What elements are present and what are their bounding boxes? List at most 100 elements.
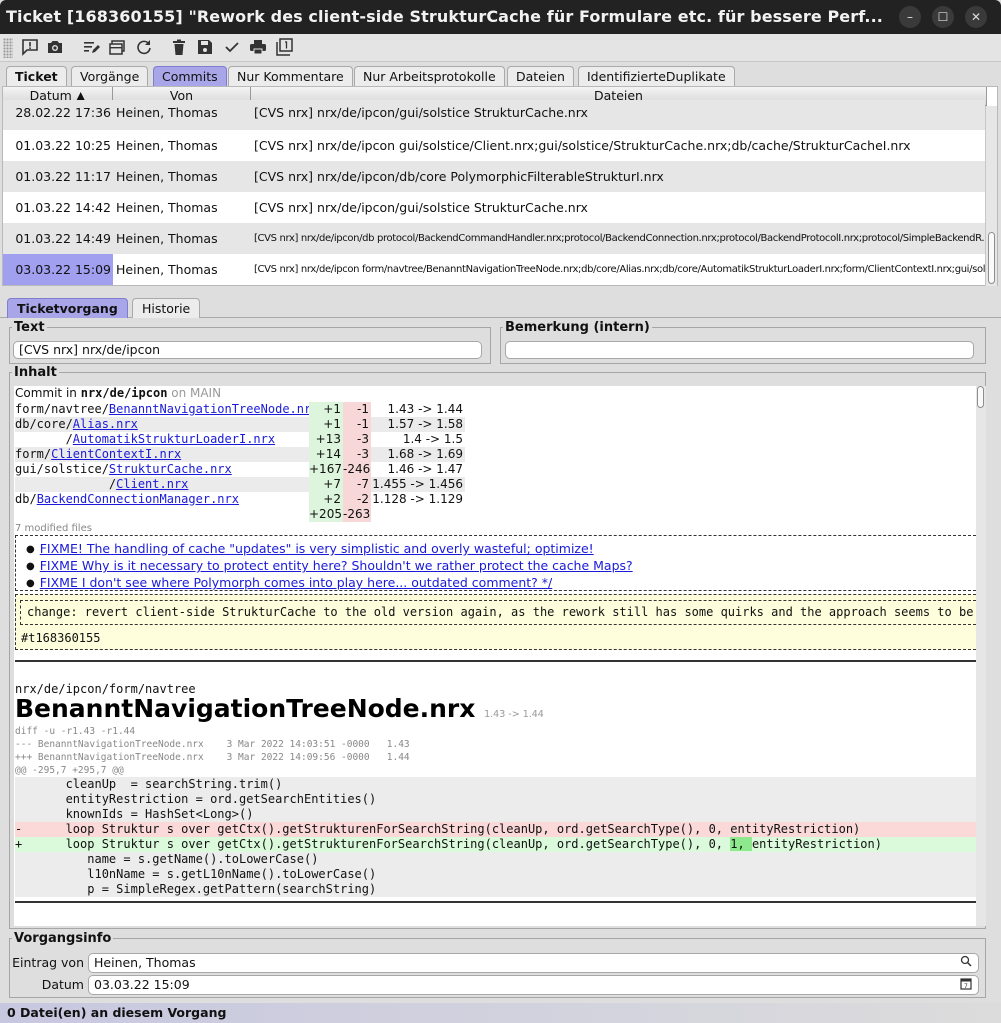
check-icon[interactable]: [222, 38, 242, 58]
divider: [15, 660, 976, 662]
tab-commits[interactable]: Commits: [153, 66, 227, 86]
window-title: Ticket [168360155] "Rework des client-si…: [6, 7, 883, 26]
version-change: 1.68 -> 1.69: [371, 447, 465, 462]
total-removed: -263: [343, 507, 371, 522]
main-tabs: Ticket Vorgänge Commits Nur Kommentare N…: [0, 66, 1001, 86]
tab-ticket[interactable]: Ticket: [6, 66, 67, 86]
lines-removed: -2: [343, 492, 371, 507]
table-row-selected[interactable]: 03.03.22 15:09 Heinen, Thomas [CVS nrx] …: [3, 254, 985, 285]
commit-content-view[interactable]: Commit in nrx/de/ipcon on MAIN form/navt…: [14, 386, 976, 926]
entry-field[interactable]: Heinen, Thomas: [88, 953, 979, 973]
diff-new-file: +++ BenanntNavigationTreeNode.nrx 3 Mar …: [15, 752, 410, 763]
window-icon[interactable]: [107, 38, 127, 58]
fixme-item: FIXME Why is it necessary to protect ent…: [26, 558, 976, 575]
maximize-button[interactable]: ☐: [932, 6, 954, 28]
info-group-legend: Vorgangsinfo: [14, 931, 112, 946]
tab-label: Vorgänge: [80, 69, 140, 84]
tab-dateien[interactable]: Dateien: [507, 66, 574, 86]
print-icon[interactable]: [248, 38, 268, 58]
edit-icon[interactable]: [81, 38, 101, 58]
file-link[interactable]: Alias.nrx: [73, 417, 138, 431]
commits-table: Datum ▲ Von Dateien 28.02.22 17:36 Heine…: [2, 86, 998, 286]
delete-icon[interactable]: [169, 38, 189, 58]
diff-header: nrx/de/ipcon/form/navtree BenanntNavigat…: [15, 682, 976, 778]
page-one-icon[interactable]: [274, 38, 294, 58]
file-dir: /: [15, 477, 117, 491]
fixme-list: FIXME! The handling of cache "updates" i…: [15, 535, 976, 591]
log-message-box: change: revert client-side StrukturCache…: [15, 594, 976, 650]
search-icon[interactable]: [960, 955, 972, 972]
cell-date: 01.03.22 11:17: [15, 169, 111, 184]
calendar-icon[interactable]: 7: [960, 977, 972, 994]
content-group-legend: Inhalt: [14, 365, 57, 380]
table-row[interactable]: 01.03.22 14:49 Heinen, Thomas [CVS nrx] …: [3, 223, 985, 254]
file-dir: db/: [15, 492, 37, 506]
date-value: 03.03.22 15:09: [94, 977, 190, 992]
tab-ticketvorgang[interactable]: Ticketvorgang: [7, 298, 128, 318]
entry-label: Eintrag von: [12, 955, 84, 970]
cell-von: Heinen, Thomas: [116, 169, 218, 184]
close-button[interactable]: ✕: [965, 6, 987, 28]
toolbar-grip[interactable]: [3, 38, 13, 58]
tab-identifizierte-duplikate[interactable]: IdentifizierteDuplikate: [578, 66, 735, 86]
detail-tabs: Ticketvorgang Historie: [0, 298, 1001, 318]
fixme-link[interactable]: FIXME! The handling of cache "updates" i…: [40, 541, 594, 556]
date-field[interactable]: 03.03.22 15:09 7: [88, 975, 979, 995]
tab-historie[interactable]: Historie: [132, 298, 201, 318]
comment-alert-icon[interactable]: [20, 38, 40, 58]
tab-nur-kommentare[interactable]: Nur Kommentare: [228, 66, 353, 86]
file-dir: gui/solstice/: [15, 462, 109, 476]
remark-field[interactable]: [505, 341, 974, 359]
divider: [15, 901, 976, 903]
file-link[interactable]: StrukturCache.nrx: [109, 462, 232, 476]
text-field[interactable]: [CVS nrx] nrx/de/ipcon: [13, 341, 482, 359]
version-change: 1.455 -> 1.456: [371, 477, 465, 492]
diff-hunk-header: @@ -295,7 +295,7 @@: [15, 765, 124, 776]
fixme-link[interactable]: FIXME Why is it necessary to protect ent…: [40, 558, 633, 573]
toolbar: [0, 34, 1001, 62]
cell-date: 01.03.22 14:49: [15, 231, 111, 246]
table-row[interactable]: 28.02.22 17:36 Heinen, Thomas [CVS nrx] …: [3, 100, 985, 130]
tab-label: Commits: [162, 69, 218, 84]
file-link[interactable]: AutomatikStrukturLoaderI.nrx: [73, 432, 275, 446]
diff-code: cleanUp = searchString.trim() entityRest…: [15, 777, 976, 897]
cell-files: [CVS nrx] nrx/de/ipcon/db protocol/Backe…: [254, 233, 985, 244]
tab-label: Nur Kommentare: [237, 69, 344, 84]
scrollbar-thumb[interactable]: [988, 232, 995, 284]
lines-removed: -3: [343, 432, 371, 447]
diff-line-context: p = SimpleRegex.getPattern(searchString): [15, 882, 377, 896]
svg-text:7: 7: [964, 983, 968, 990]
diff-line-removed: - loop Struktur s over getCtx().getStruk…: [15, 822, 976, 837]
diff-command: diff -u -r1.43 -r1.44: [15, 726, 136, 737]
diff-line-context: name = s.getName().toLowerCase(): [15, 852, 319, 866]
file-link[interactable]: Client.nrx: [116, 477, 188, 491]
file-dir: /: [15, 432, 73, 446]
content-scrollbar[interactable]: [976, 386, 986, 926]
scrollbar-thumb[interactable]: [977, 386, 984, 408]
save-icon[interactable]: [195, 38, 215, 58]
tab-nur-arbeitsprotokolle[interactable]: Nur Arbeitsprotokolle: [354, 66, 505, 86]
cell-von: Heinen, Thomas: [116, 138, 218, 153]
file-link[interactable]: BackendConnectionManager.nrx: [37, 492, 239, 506]
table-row[interactable]: 01.03.22 14:42 Heinen, Thomas [CVS nrx] …: [3, 192, 985, 223]
tab-label: IdentifizierteDuplikate: [587, 69, 726, 84]
tab-label: Dateien: [516, 69, 565, 84]
file-link[interactable]: BenanntNavigationTreeNode.nrx: [109, 402, 319, 416]
fixme-item: FIXME! The handling of cache "updates" i…: [26, 541, 976, 558]
title-bar: Ticket [168360155] "Rework des client-si…: [0, 0, 1001, 34]
camera-icon[interactable]: [45, 38, 65, 58]
tab-vorgaenge[interactable]: Vorgänge: [71, 66, 149, 86]
table-row[interactable]: 01.03.22 11:17 Heinen, Thomas [CVS nrx] …: [3, 161, 985, 192]
table-scrollbar[interactable]: [985, 106, 997, 286]
refresh-icon[interactable]: [134, 38, 154, 58]
diff-line-context: cleanUp = searchString.trim(): [15, 777, 283, 791]
table-row[interactable]: 01.03.22 10:25 Heinen, Thomas [CVS nrx] …: [3, 130, 985, 161]
cell-date: 01.03.22 10:25: [15, 138, 111, 153]
tab-label: Ticket: [15, 69, 58, 84]
minimize-button[interactable]: –: [899, 6, 921, 28]
cell-files: [CVS nrx] nrx/de/ipcon form/navtree/Bena…: [254, 264, 985, 275]
fixme-item: FIXME I don't see where Polymorph comes …: [26, 575, 976, 592]
fixme-link[interactable]: FIXME I don't see where Polymorph comes …: [40, 575, 553, 590]
file-link[interactable]: ClientContextI.nrx: [51, 447, 181, 461]
status-bar: 0 Datei(en) an diesem Vorgang: [0, 1003, 1001, 1023]
